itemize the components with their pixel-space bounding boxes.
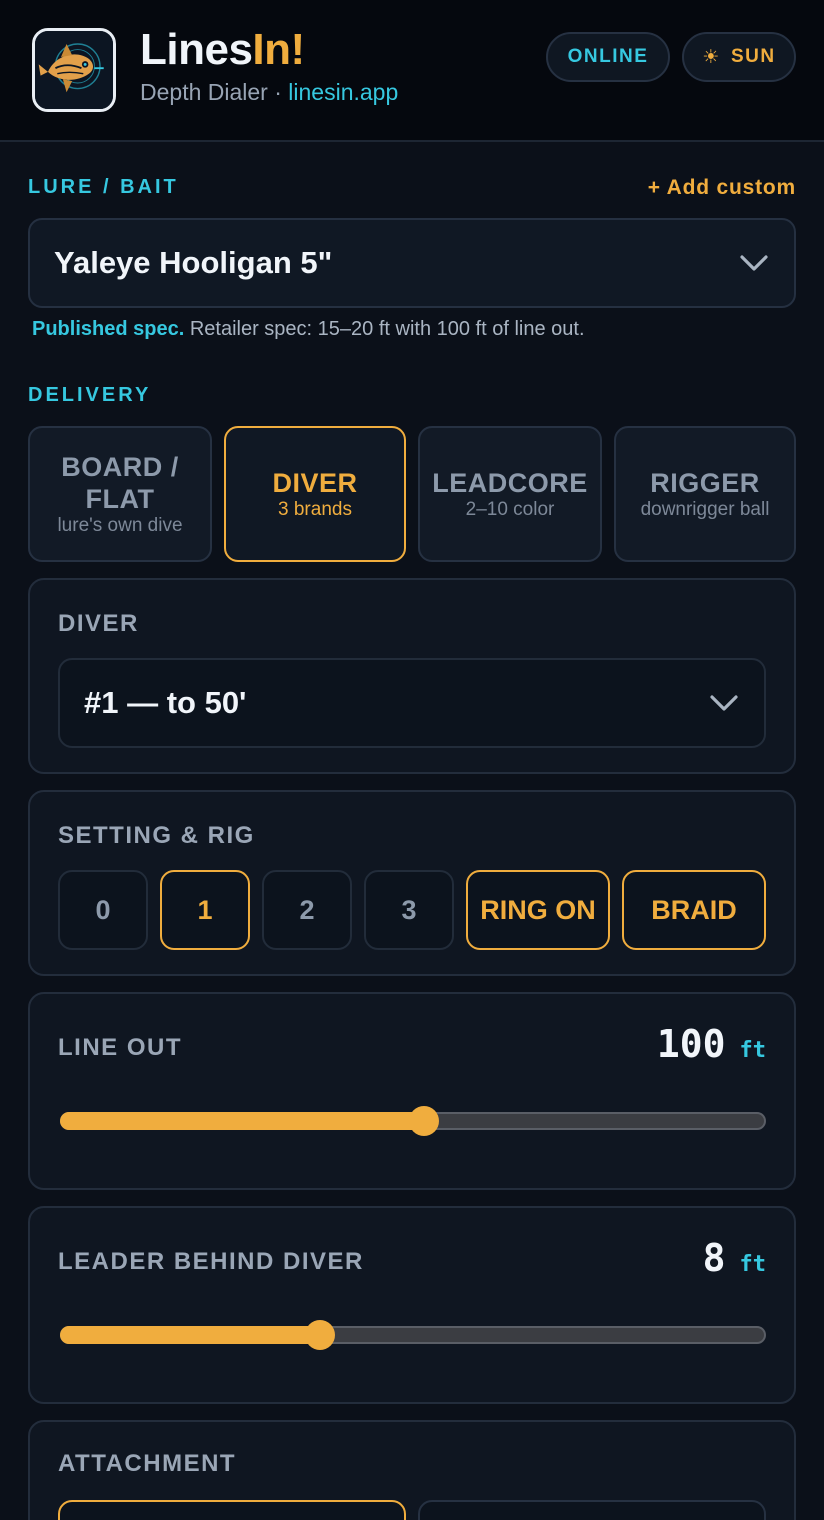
slider-thumb[interactable] xyxy=(305,1320,335,1350)
attachment-card: ATTACHMENT xyxy=(28,1420,796,1520)
lure-spec-note-strong: Published spec. xyxy=(32,318,185,340)
leader-slider[interactable] xyxy=(60,1320,766,1350)
online-status-badge[interactable]: ONLINE xyxy=(546,32,670,82)
fish-logo-icon xyxy=(32,28,116,112)
setting-rig-card-title: SETTING & RIG xyxy=(58,822,255,849)
delivery-option-board-flat[interactable]: BOARD / FLAT lure's own dive xyxy=(28,426,212,562)
delivery-option-sub: 3 brands xyxy=(278,499,352,520)
diver-card-title: DIVER xyxy=(58,610,139,637)
ring-toggle-button[interactable]: RING ON xyxy=(466,870,610,950)
chevron-down-icon xyxy=(740,255,768,271)
delivery-section-label: DELIVERY xyxy=(28,384,152,406)
delivery-option-label: BOARD / FLAT xyxy=(61,451,179,515)
line-type-button[interactable]: BRAID xyxy=(622,870,766,950)
delivery-option-label: DIVER xyxy=(272,468,358,498)
delivery-option-sub: lure's own dive xyxy=(57,515,183,536)
slider-thumb[interactable] xyxy=(409,1106,439,1136)
line-out-card: LINE OUT 100 ft xyxy=(28,992,796,1190)
online-status-label: ONLINE xyxy=(567,46,649,67)
board-flat-label-line1: BOARD / xyxy=(61,452,179,482)
leader-unit: ft xyxy=(739,1252,767,1277)
delivery-option-label: RIGGER xyxy=(650,468,760,498)
setting-button-1[interactable]: 1 xyxy=(160,870,250,950)
delivery-option-sub: downrigger ball xyxy=(640,499,770,520)
lure-select-value: Yaleye Hooligan 5" xyxy=(54,245,333,280)
delivery-option-leadcore[interactable]: LEADCORE 2–10 color xyxy=(418,426,602,562)
lure-select[interactable]: Yaleye Hooligan 5" xyxy=(28,218,796,308)
add-custom-button[interactable]: + Add custom xyxy=(560,176,796,200)
leader-card: LEADER BEHIND DIVER 8 ft xyxy=(28,1206,796,1404)
attachment-title: ATTACHMENT xyxy=(58,1450,237,1477)
setting-button-0[interactable]: 0 xyxy=(58,870,148,950)
leader-title: LEADER BEHIND DIVER xyxy=(58,1248,364,1275)
line-out-slider[interactable] xyxy=(60,1106,766,1136)
delivery-option-sub: 2–10 color xyxy=(465,499,555,520)
theme-toggle-button[interactable]: ☀ SUN xyxy=(682,32,796,82)
subtitle-separator: · xyxy=(267,79,289,105)
slider-fill xyxy=(60,1326,320,1344)
theme-toggle-label: SUN xyxy=(730,46,776,67)
app-header: LinesIn! Depth Dialer · linesin.app ONLI… xyxy=(0,0,824,142)
leader-readout: 8 ft xyxy=(703,1236,766,1280)
leader-value: 8 xyxy=(702,1236,726,1280)
line-out-unit: ft xyxy=(739,1038,767,1063)
attachment-option-2[interactable] xyxy=(418,1500,766,1520)
slider-fill xyxy=(60,1112,424,1130)
app-subtitle-text: Depth Dialer xyxy=(140,79,268,105)
line-out-title: LINE OUT xyxy=(58,1034,182,1061)
lure-spec-note: Published spec. Retailer spec: 15–20 ft … xyxy=(32,318,585,341)
board-flat-label-line2: FLAT xyxy=(85,484,155,514)
delivery-option-diver[interactable]: DIVER 3 brands xyxy=(224,426,406,562)
app-title-part2: In! xyxy=(252,25,305,74)
app-subtitle: Depth Dialer · linesin.app xyxy=(140,79,398,105)
line-out-value: 100 xyxy=(656,1022,726,1066)
sun-icon: ☀ xyxy=(702,46,721,68)
delivery-option-label: LEADCORE xyxy=(432,468,588,498)
diver-select[interactable]: #1 — to 50' xyxy=(58,658,766,748)
diver-card: DIVER #1 — to 50' xyxy=(28,578,796,774)
app-title: LinesIn! xyxy=(140,26,305,74)
lure-section-label: LURE / BAIT xyxy=(28,176,179,198)
app-title-part1: Lines xyxy=(140,25,253,74)
line-out-readout: 100 ft xyxy=(657,1022,766,1066)
attachment-option-1[interactable] xyxy=(58,1500,406,1520)
setting-button-2[interactable]: 2 xyxy=(262,870,352,950)
setting-rig-card: SETTING & RIG 0 1 2 3 RING ON BRAID xyxy=(28,790,796,976)
lure-spec-note-text: Retailer spec: 15–20 ft with 100 ft of l… xyxy=(184,318,585,340)
site-link[interactable]: linesin.app xyxy=(288,79,398,105)
chevron-down-icon xyxy=(710,695,738,711)
setting-button-3[interactable]: 3 xyxy=(364,870,454,950)
diver-select-value: #1 — to 50' xyxy=(84,685,247,720)
delivery-option-rigger[interactable]: RIGGER downrigger ball xyxy=(614,426,796,562)
